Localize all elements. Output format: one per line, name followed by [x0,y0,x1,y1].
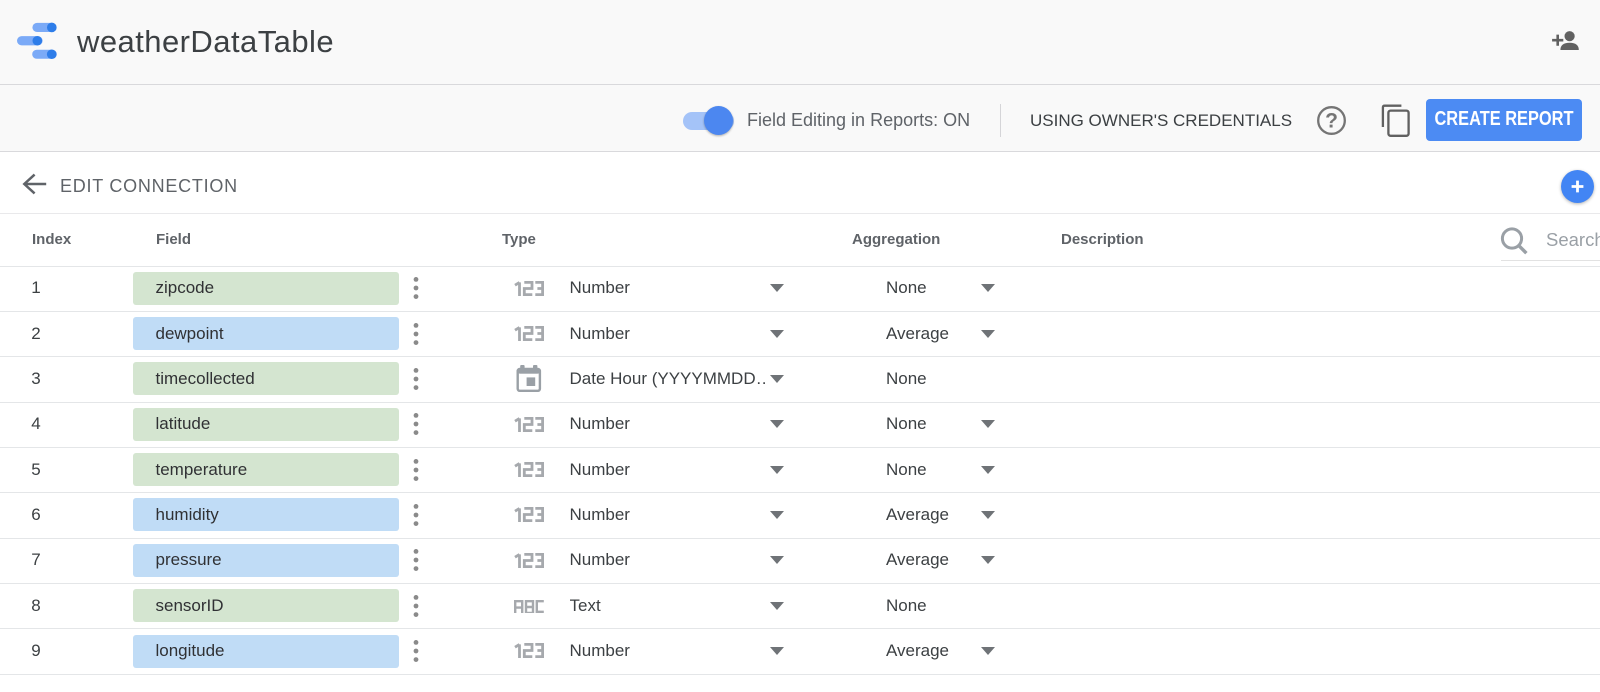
svg-text:?: ? [1325,109,1338,132]
